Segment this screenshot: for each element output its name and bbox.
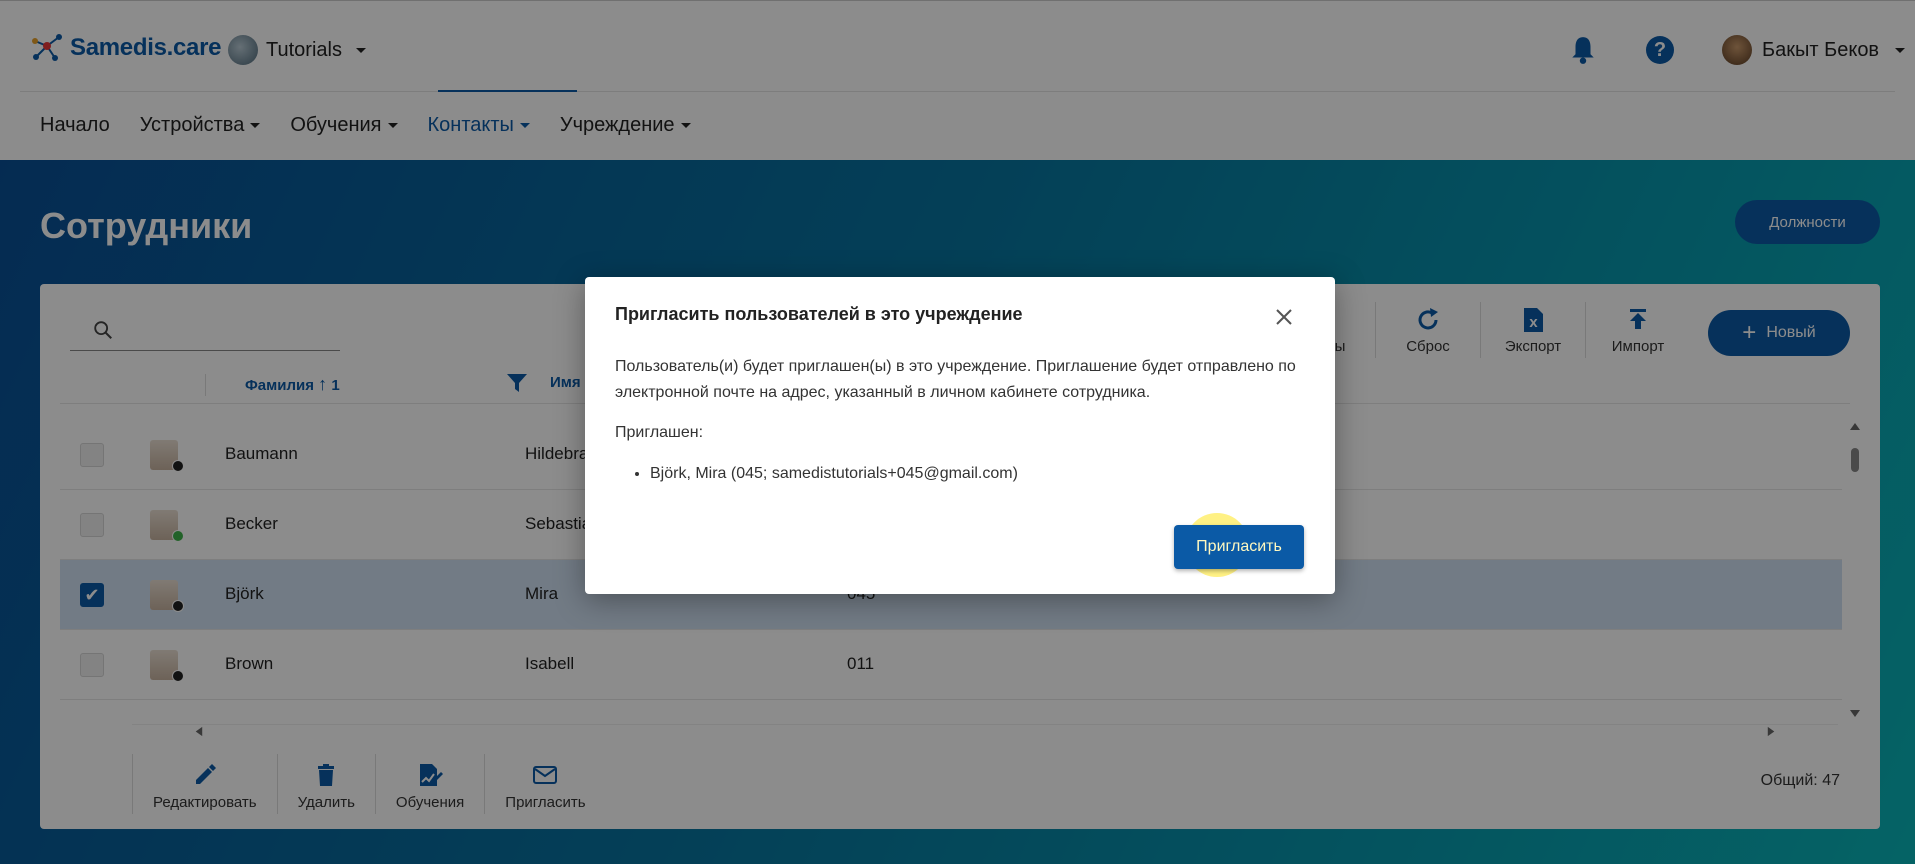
invite-dialog: Пригласить пользователей в это учреждени… (585, 277, 1335, 594)
invited-label: Приглашен: (615, 424, 704, 441)
invite-button[interactable]: Пригласить (1174, 525, 1304, 569)
invited-list: Björk, Mira (045; samedistutorials+045@g… (650, 465, 1018, 483)
dialog-message: Пользователь(и) будет приглашен(ы) в это… (615, 358, 1296, 401)
invite-button-label: Пригласить (1196, 538, 1282, 555)
list-item: Björk, Mira (045; samedistutorials+045@g… (650, 465, 1018, 483)
dialog-title: Пригласить пользователей в это учреждени… (615, 304, 1023, 324)
close-icon[interactable] (1272, 305, 1296, 329)
